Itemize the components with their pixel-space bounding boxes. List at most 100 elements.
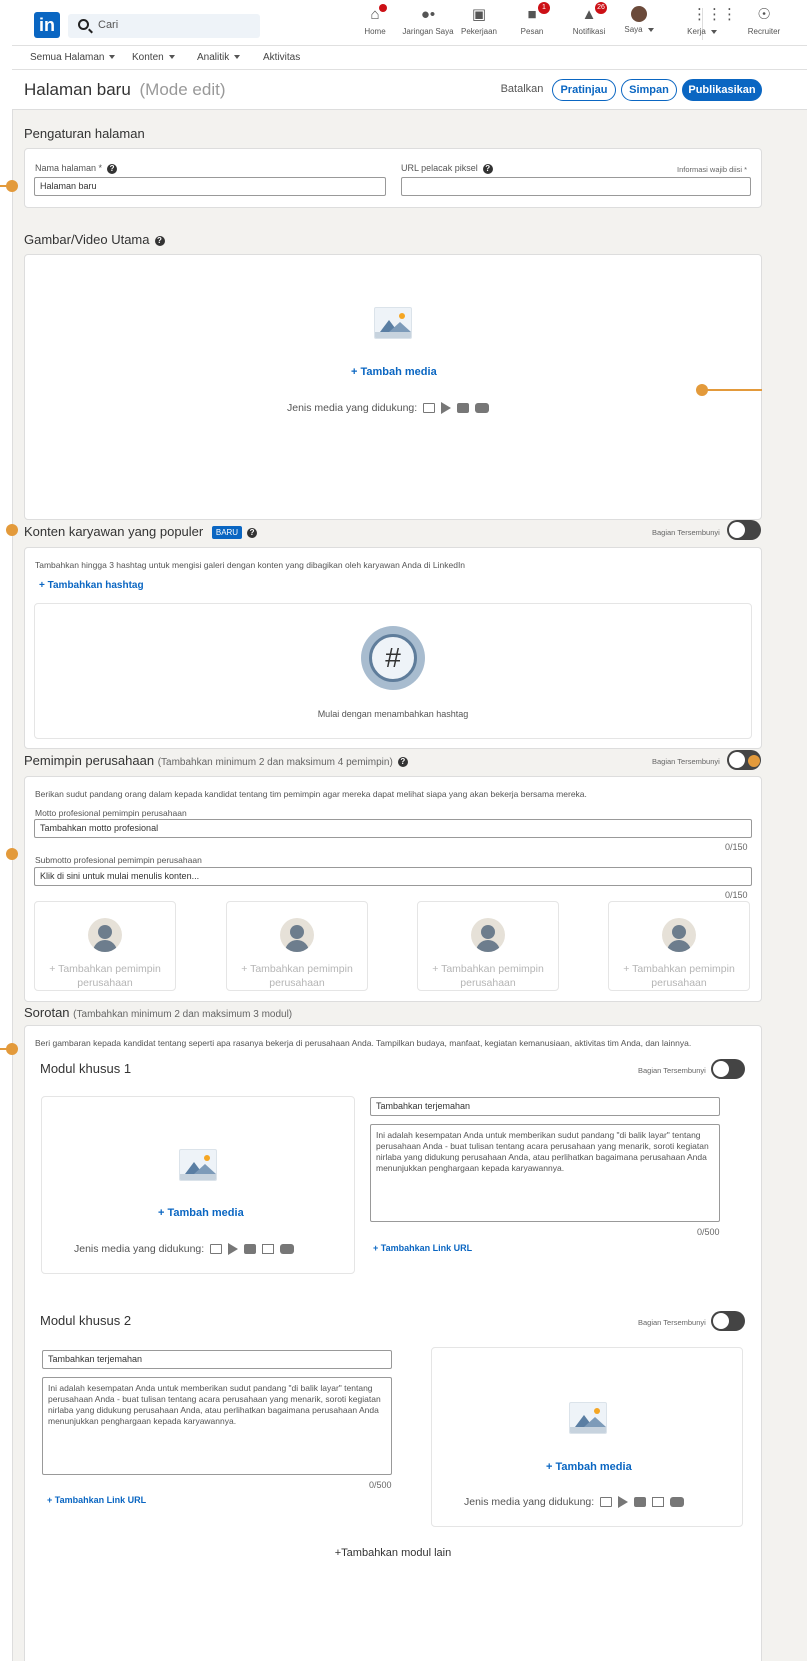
- highlights-card: Beri gambaran kepada kandidat tentang se…: [24, 1025, 762, 1661]
- supported-media: Jenis media yang didukung:: [464, 1496, 685, 1509]
- module-2-media-area: + Tambah media Jenis media yang didukung…: [431, 1347, 743, 1527]
- motto-counter: 0/150: [725, 842, 748, 852]
- submotto-label: Submotto profesional pemimpin perusahaan: [35, 855, 202, 865]
- subnav-activity[interactable]: Aktivitas: [263, 52, 300, 63]
- module-1-title: Modul khusus 1: [40, 1061, 132, 1076]
- hidden-section-toggle[interactable]: [711, 1059, 745, 1079]
- chevron-down-icon: [109, 55, 116, 60]
- nav-messages[interactable]: ■ 1 Pesan: [502, 2, 562, 36]
- module-1-media-area: + Tambah media Jenis media yang didukung…: [41, 1096, 355, 1274]
- youtube-icon: [475, 403, 490, 414]
- employee-description: Tambahkan hingga 3 hashtag untuk mengisi…: [35, 560, 466, 570]
- bell-icon: ▲ 26: [579, 2, 607, 24]
- sub-navigation: Semua Halaman Konten Analitik Aktivitas: [12, 46, 807, 70]
- network-icon: ●•: [420, 6, 436, 23]
- add-leader-card[interactable]: + Tambahkan pemimpin perusahaan: [608, 901, 750, 991]
- image-placeholder-icon: [179, 1149, 217, 1181]
- add-leader-card[interactable]: + Tambahkan pemimpin perusahaan: [417, 901, 559, 991]
- chevron-down-icon: [168, 55, 175, 60]
- save-button[interactable]: Simpan: [621, 79, 677, 101]
- play-icon: [228, 1243, 239, 1256]
- page-settings-card: Nama halaman *? Halaman baru URL pelacak…: [24, 148, 762, 208]
- presentation-icon: [652, 1497, 665, 1508]
- hero-media-card: + Tambah media Jenis media yang didukung…: [24, 254, 762, 520]
- module-2-body-textarea[interactable]: Ini adalah kesempatan Anda untuk memberi…: [42, 1377, 392, 1475]
- help-icon[interactable]: ?: [154, 235, 165, 246]
- module-2-translation-input[interactable]: Tambahkan terjemahan: [42, 1350, 392, 1369]
- search-input[interactable]: Cari: [98, 19, 118, 31]
- add-leader-card[interactable]: + Tambahkan pemimpin perusahaan: [226, 901, 368, 991]
- message-icon: ■ 1: [522, 2, 550, 24]
- home-icon: ⌂: [365, 4, 387, 24]
- motto-input[interactable]: Tambahkan motto profesional: [34, 819, 752, 838]
- search-bar[interactable]: Cari: [68, 14, 260, 38]
- image-placeholder-icon: [374, 307, 412, 339]
- hidden-section-label: Bagian Tersembunyi: [638, 1066, 706, 1075]
- motto-label: Motto profesional pemimpin perusahaan: [35, 808, 187, 818]
- play-icon: [618, 1496, 629, 1509]
- video-icon: [244, 1244, 257, 1255]
- play-icon: [441, 402, 452, 415]
- annotation-marker: [6, 848, 18, 860]
- person-placeholder-icon: [662, 918, 696, 952]
- page-name-input[interactable]: Halaman baru: [34, 177, 386, 196]
- add-media-button[interactable]: + Tambah media: [546, 1461, 632, 1473]
- nav-jobs[interactable]: ▣ Pekerjaan: [449, 6, 509, 36]
- module-1-translation-input[interactable]: Tambahkan terjemahan: [370, 1097, 720, 1116]
- employee-content-title: Konten karyawan yang populer BARU?: [24, 524, 258, 540]
- grid-icon: ⋮⋮⋮: [692, 6, 737, 23]
- supported-media: Jenis media yang didukung:: [287, 402, 490, 415]
- person-placeholder-icon: [280, 918, 314, 952]
- module-1-body-textarea[interactable]: Ini adalah kesempatan Anda untuk memberi…: [370, 1124, 720, 1222]
- video-icon: [634, 1497, 647, 1508]
- add-leader-card[interactable]: + Tambahkan pemimpin perusahaan: [34, 901, 176, 991]
- annotation-line: [0, 185, 8, 187]
- preview-button[interactable]: Pratinjau: [552, 79, 616, 101]
- highlights-title: Sorotan (Tambahkan minimum 2 dan maksimu…: [24, 1005, 293, 1020]
- help-icon[interactable]: ?: [397, 756, 408, 767]
- cancel-button[interactable]: Batalkan: [497, 79, 547, 101]
- submotto-counter: 0/150: [725, 890, 748, 900]
- page-name-label: Nama halaman *?: [35, 163, 118, 174]
- nav-home[interactable]: ⌂ Home: [345, 4, 405, 36]
- add-media-button[interactable]: + Tambah media: [351, 366, 437, 378]
- youtube-icon: [670, 1497, 685, 1508]
- help-icon[interactable]: ?: [482, 163, 493, 174]
- subnav-content[interactable]: Konten: [132, 52, 175, 63]
- subnav-all-pages[interactable]: Semua Halaman: [30, 52, 116, 63]
- avatar-icon: [631, 6, 647, 22]
- briefcase-icon: ▣: [471, 6, 487, 23]
- hero-media-title: Gambar/Video Utama?: [24, 232, 165, 247]
- supported-media: Jenis media yang didukung:: [74, 1243, 295, 1256]
- hashtag-empty-text: Mulai dengan menambahkan hashtag: [317, 709, 469, 719]
- hidden-section-label: Bagian Tersembunyi: [638, 1318, 706, 1327]
- image-placeholder-icon: [569, 1402, 607, 1434]
- annotation-marker: [748, 755, 760, 767]
- module-1-add-link-button[interactable]: + Tambahkan Link URL: [373, 1243, 472, 1253]
- submotto-input[interactable]: Klik di sini untuk mulai menulis konten.…: [34, 867, 752, 886]
- linkedin-logo-icon[interactable]: in: [34, 12, 60, 38]
- module-1-counter: 0/500: [697, 1227, 720, 1237]
- publish-button[interactable]: Publikasikan: [682, 79, 762, 101]
- hidden-section-toggle[interactable]: [727, 520, 761, 540]
- help-icon[interactable]: ?: [107, 163, 118, 174]
- nav-recruiter[interactable]: ☉ Recruiter: [734, 6, 794, 36]
- module-2-counter: 0/500: [369, 1480, 392, 1490]
- nav-work[interactable]: ⋮⋮⋮ Kerja: [672, 6, 737, 36]
- presentation-icon: [262, 1244, 275, 1255]
- annotation-line: [0, 1048, 8, 1050]
- module-2-add-link-button[interactable]: + Tambahkan Link URL: [47, 1495, 146, 1505]
- subnav-analytics[interactable]: Analitik: [197, 52, 241, 63]
- help-icon[interactable]: ?: [247, 527, 258, 538]
- add-media-button[interactable]: + Tambah media: [158, 1207, 244, 1219]
- add-module-button[interactable]: +Tambahkan modul lain: [25, 1547, 761, 1559]
- add-hashtag-button[interactable]: + Tambahkan hashtag: [39, 580, 144, 591]
- page-settings-title: Pengaturan halaman: [24, 126, 145, 141]
- pixel-url-input[interactable]: [401, 177, 751, 196]
- top-navigation: in Cari ⌂ Home ●• Jaringan Saya ▣ Pekerj…: [12, 0, 807, 46]
- hidden-section-toggle[interactable]: [711, 1311, 745, 1331]
- image-icon: [423, 403, 436, 414]
- nav-me[interactable]: Saya: [609, 6, 669, 34]
- image-icon: [210, 1244, 223, 1255]
- employee-content-card: Tambahkan hingga 3 hashtag untuk mengisi…: [24, 547, 762, 749]
